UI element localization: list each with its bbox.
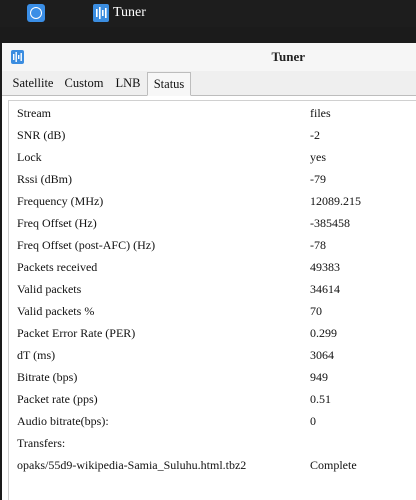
status-value: 0.299	[310, 326, 337, 340]
status-label: Packets received	[17, 260, 98, 274]
status-label: Valid packets	[17, 282, 82, 296]
status-label: Freq Offset (post-AFC) (Hz)	[17, 238, 156, 252]
tuner-app-icon[interactable]	[93, 4, 109, 22]
status-label: Freq Offset (Hz)	[17, 216, 97, 230]
tab-lnb[interactable]: LNB	[111, 72, 145, 96]
tab-custom[interactable]: Custom	[61, 72, 107, 96]
status-value: 12089.215	[310, 194, 361, 208]
window-title: Tuner	[271, 49, 305, 64]
status-row-bitrate: Bitrate (bps) 949	[2, 368, 416, 390]
status-value: yes	[310, 150, 326, 164]
status-row-packet-rate: Packet rate (pps) 0.51	[2, 390, 416, 412]
status-row-dt: dT (ms) 3064	[2, 346, 416, 368]
status-row-valid-packets: Valid packets 34614	[2, 280, 416, 302]
status-label: Packet rate (pps)	[17, 392, 98, 406]
status-value: 70	[310, 304, 322, 318]
status-value: files	[310, 106, 331, 120]
status-row-freq-offset-post-afc: Freq Offset (post-AFC) (Hz) -78	[2, 236, 416, 258]
tuner-window: Tuner Satellite Custom LNB Status Stream…	[2, 43, 416, 500]
status-row-per: Packet Error Rate (PER) 0.299	[2, 324, 416, 346]
status-row-transfer-item: opaks/55d9-wikipedia-Samia_Suluhu.html.t…	[2, 456, 416, 478]
status-row-snr: SNR (dB) -2	[2, 126, 416, 148]
status-value: -79	[310, 172, 326, 186]
tab-satellite[interactable]: Satellite	[10, 72, 56, 96]
status-label: SNR (dB)	[17, 128, 66, 142]
status-value: 949	[310, 370, 328, 384]
status-label: Transfers:	[17, 436, 66, 450]
taskbar-app-title[interactable]: Tuner	[113, 4, 146, 22]
status-row-packets-received: Packets received 49383	[2, 258, 416, 280]
status-value: 49383	[310, 260, 340, 274]
status-panel: Stream files SNR (dB) -2 Lock yes Rssi (…	[2, 96, 416, 500]
status-label: Lock	[17, 150, 42, 164]
transfer-filename: opaks/55d9-wikipedia-Samia_Suluhu.html.t…	[17, 458, 247, 472]
tab-bar: Satellite Custom LNB Status	[2, 71, 416, 96]
status-label: Rssi (dBm)	[17, 172, 73, 186]
taskbar: Tuner	[0, 0, 416, 27]
status-row-rssi: Rssi (dBm) -79	[2, 170, 416, 192]
status-value: -2	[310, 128, 320, 142]
status-row-lock: Lock yes	[2, 148, 416, 170]
window-titlebar[interactable]: Tuner	[2, 43, 416, 71]
status-value: -385458	[310, 216, 350, 230]
status-value: 0.51	[310, 392, 331, 406]
transfer-status: Complete	[310, 458, 357, 472]
status-label: Packet Error Rate (PER)	[17, 326, 136, 340]
status-value: 34614	[310, 282, 340, 296]
status-label: Audio bitrate(bps):	[17, 414, 109, 428]
status-row-stream: Stream files	[2, 104, 416, 126]
status-label: Stream	[17, 106, 51, 120]
status-row-freq-offset: Freq Offset (Hz) -385458	[2, 214, 416, 236]
status-value: -78	[310, 238, 326, 252]
status-label: Valid packets %	[17, 304, 95, 318]
status-row-frequency: Frequency (MHz) 12089.215	[2, 192, 416, 214]
app-launcher-icon[interactable]	[27, 4, 45, 22]
status-value: 0	[310, 414, 316, 428]
status-label: Frequency (MHz)	[17, 194, 104, 208]
tab-status[interactable]: Status	[147, 72, 191, 96]
status-label: dT (ms)	[17, 348, 56, 362]
status-label: Bitrate (bps)	[17, 370, 78, 384]
status-row-valid-packets-percent: Valid packets % 70	[2, 302, 416, 324]
status-value: 3064	[310, 348, 334, 362]
status-row-transfers-header: Transfers:	[2, 434, 416, 456]
status-row-audio-bitrate: Audio bitrate(bps): 0	[2, 412, 416, 434]
